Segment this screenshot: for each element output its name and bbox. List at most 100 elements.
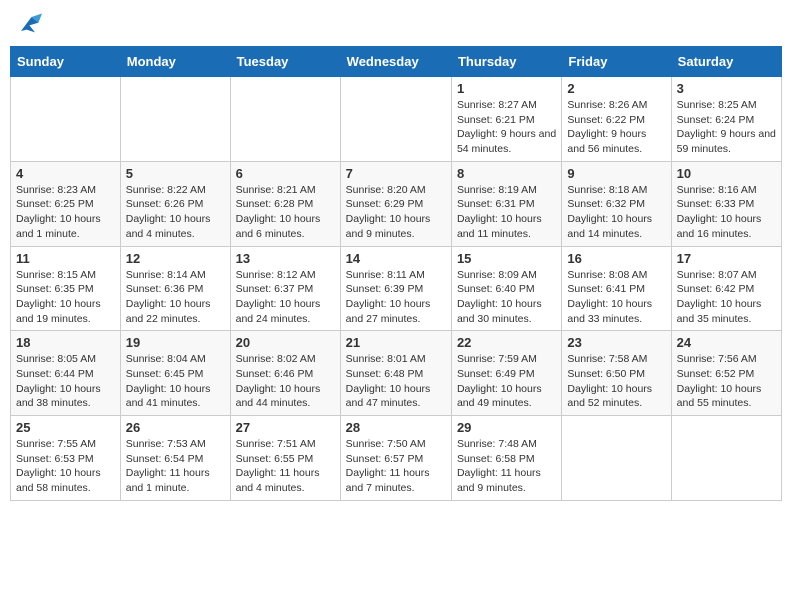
day-info: Sunrise: 7:48 AM Sunset: 6:58 PM Dayligh… [457, 437, 556, 496]
day-number: 2 [567, 81, 665, 96]
day-number: 26 [126, 420, 225, 435]
day-number: 17 [677, 251, 776, 266]
day-of-week-header: Thursday [451, 47, 561, 77]
day-number: 10 [677, 166, 776, 181]
day-number: 28 [346, 420, 446, 435]
calendar-cell: 29 Sunrise: 7:48 AM Sunset: 6:58 PM Dayli… [451, 416, 561, 501]
calendar-week-row: 1 Sunrise: 8:27 AM Sunset: 6:21 PM Daylig… [11, 77, 782, 162]
calendar-cell: 21Sunrise: 8:01 AM Sunset: 6:48 PM Dayli… [340, 331, 451, 416]
day-info: Sunrise: 8:20 AM Sunset: 6:29 PM Dayligh… [346, 183, 446, 242]
day-number: 12 [126, 251, 225, 266]
day-of-week-header: Saturday [671, 47, 781, 77]
calendar-cell: 16 Sunrise: 8:08 AM Sunset: 6:41 PM Dayli… [562, 246, 671, 331]
day-info: Sunrise: 8:14 AM Sunset: 6:36 PM Dayligh… [126, 268, 225, 327]
calendar-week-row: 11Sunrise: 8:15 AM Sunset: 6:35 PM Dayli… [11, 246, 782, 331]
day-of-week-header: Sunday [11, 47, 121, 77]
day-number: 18 [16, 335, 115, 350]
day-info: Sunrise: 8:25 AM Sunset: 6:24 PM Dayligh… [677, 98, 776, 157]
day-info: Sunrise: 8:21 AM Sunset: 6:28 PM Dayligh… [236, 183, 335, 242]
calendar-cell: 6 Sunrise: 8:21 AM Sunset: 6:28 PM Daylig… [230, 161, 340, 246]
day-number: 7 [346, 166, 446, 181]
calendar-week-row: 25 Sunrise: 7:55 AM Sunset: 6:53 PM Dayli… [11, 416, 782, 501]
day-info: Sunrise: 8:12 AM Sunset: 6:37 PM Dayligh… [236, 268, 335, 327]
day-number: 16 [567, 251, 665, 266]
day-number: 1 [457, 81, 556, 96]
calendar-cell: 10 Sunrise: 8:16 AM Sunset: 6:33 PM Dayli… [671, 161, 781, 246]
calendar-cell: 4 Sunrise: 8:23 AM Sunset: 6:25 PM Daylig… [11, 161, 121, 246]
calendar-cell: 12 Sunrise: 8:14 AM Sunset: 6:36 PM Dayli… [120, 246, 230, 331]
day-info: Sunrise: 8:19 AM Sunset: 6:31 PM Dayligh… [457, 183, 556, 242]
day-number: 25 [16, 420, 115, 435]
day-info: Sunrise: 8:22 AM Sunset: 6:26 PM Dayligh… [126, 183, 225, 242]
calendar-cell: 7 Sunrise: 8:20 AM Sunset: 6:29 PM Daylig… [340, 161, 451, 246]
day-number: 29 [457, 420, 556, 435]
calendar-cell: 5Sunrise: 8:22 AM Sunset: 6:26 PM Daylig… [120, 161, 230, 246]
day-number: 6 [236, 166, 335, 181]
calendar-cell: 3 Sunrise: 8:25 AM Sunset: 6:24 PM Daylig… [671, 77, 781, 162]
day-number: 20 [236, 335, 335, 350]
calendar-cell: 2 Sunrise: 8:26 AM Sunset: 6:22 PM Daylig… [562, 77, 671, 162]
day-info: Sunrise: 8:02 AM Sunset: 6:46 PM Dayligh… [236, 352, 335, 411]
day-info: Sunrise: 7:51 AM Sunset: 6:55 PM Dayligh… [236, 437, 335, 496]
day-info: Sunrise: 7:59 AM Sunset: 6:49 PM Dayligh… [457, 352, 556, 411]
day-of-week-header: Friday [562, 47, 671, 77]
day-number: 22 [457, 335, 556, 350]
calendar-cell: 11Sunrise: 8:15 AM Sunset: 6:35 PM Dayli… [11, 246, 121, 331]
logo [14, 10, 44, 38]
day-number: 13 [236, 251, 335, 266]
day-number: 9 [567, 166, 665, 181]
day-info: Sunrise: 8:07 AM Sunset: 6:42 PM Dayligh… [677, 268, 776, 327]
logo-icon [14, 10, 42, 38]
calendar-cell [230, 77, 340, 162]
day-number: 4 [16, 166, 115, 181]
calendar-cell: 25 Sunrise: 7:55 AM Sunset: 6:53 PM Dayli… [11, 416, 121, 501]
day-info: Sunrise: 8:11 AM Sunset: 6:39 PM Dayligh… [346, 268, 446, 327]
day-info: Sunrise: 7:50 AM Sunset: 6:57 PM Dayligh… [346, 437, 446, 496]
day-info: Sunrise: 8:09 AM Sunset: 6:40 PM Dayligh… [457, 268, 556, 327]
day-info: Sunrise: 8:08 AM Sunset: 6:41 PM Dayligh… [567, 268, 665, 327]
day-info: Sunrise: 7:55 AM Sunset: 6:53 PM Dayligh… [16, 437, 115, 496]
day-info: Sunrise: 8:27 AM Sunset: 6:21 PM Dayligh… [457, 98, 556, 157]
calendar-cell: 19 Sunrise: 8:04 AM Sunset: 6:45 PM Dayli… [120, 331, 230, 416]
calendar-cell [120, 77, 230, 162]
calendar-week-row: 18 Sunrise: 8:05 AM Sunset: 6:44 PM Dayli… [11, 331, 782, 416]
calendar-cell: 15 Sunrise: 8:09 AM Sunset: 6:40 PM Dayli… [451, 246, 561, 331]
day-info: Sunrise: 8:04 AM Sunset: 6:45 PM Dayligh… [126, 352, 225, 411]
day-info: Sunrise: 7:56 AM Sunset: 6:52 PM Dayligh… [677, 352, 776, 411]
day-of-week-header: Tuesday [230, 47, 340, 77]
calendar-cell: 24 Sunrise: 7:56 AM Sunset: 6:52 PM Dayli… [671, 331, 781, 416]
page-header [10, 10, 782, 38]
calendar-cell: 28 Sunrise: 7:50 AM Sunset: 6:57 PM Dayli… [340, 416, 451, 501]
calendar-table: SundayMondayTuesdayWednesdayThursdayFrid… [10, 46, 782, 501]
calendar-cell: 23 Sunrise: 7:58 AM Sunset: 6:50 PM Dayli… [562, 331, 671, 416]
day-info: Sunrise: 7:53 AM Sunset: 6:54 PM Dayligh… [126, 437, 225, 496]
calendar-cell [340, 77, 451, 162]
calendar-cell: 13 Sunrise: 8:12 AM Sunset: 6:37 PM Dayli… [230, 246, 340, 331]
day-info: Sunrise: 8:16 AM Sunset: 6:33 PM Dayligh… [677, 183, 776, 242]
day-number: 24 [677, 335, 776, 350]
calendar-cell: 22 Sunrise: 7:59 AM Sunset: 6:49 PM Dayli… [451, 331, 561, 416]
day-number: 23 [567, 335, 665, 350]
calendar-cell: 18 Sunrise: 8:05 AM Sunset: 6:44 PM Dayli… [11, 331, 121, 416]
day-number: 19 [126, 335, 225, 350]
day-info: Sunrise: 8:23 AM Sunset: 6:25 PM Dayligh… [16, 183, 115, 242]
day-number: 3 [677, 81, 776, 96]
day-number: 15 [457, 251, 556, 266]
day-info: Sunrise: 7:58 AM Sunset: 6:50 PM Dayligh… [567, 352, 665, 411]
day-of-week-header: Wednesday [340, 47, 451, 77]
day-info: Sunrise: 8:01 AM Sunset: 6:48 PM Dayligh… [346, 352, 446, 411]
day-info: Sunrise: 8:18 AM Sunset: 6:32 PM Dayligh… [567, 183, 665, 242]
day-number: 11 [16, 251, 115, 266]
calendar-cell: 27Sunrise: 7:51 AM Sunset: 6:55 PM Dayli… [230, 416, 340, 501]
calendar-cell: 20 Sunrise: 8:02 AM Sunset: 6:46 PM Dayli… [230, 331, 340, 416]
day-info: Sunrise: 8:05 AM Sunset: 6:44 PM Dayligh… [16, 352, 115, 411]
calendar-cell [562, 416, 671, 501]
day-of-week-header: Monday [120, 47, 230, 77]
calendar-cell: 9 Sunrise: 8:18 AM Sunset: 6:32 PM Daylig… [562, 161, 671, 246]
day-info: Sunrise: 8:26 AM Sunset: 6:22 PM Dayligh… [567, 98, 665, 157]
calendar-week-row: 4 Sunrise: 8:23 AM Sunset: 6:25 PM Daylig… [11, 161, 782, 246]
calendar-header-row: SundayMondayTuesdayWednesdayThursdayFrid… [11, 47, 782, 77]
calendar-cell: 26 Sunrise: 7:53 AM Sunset: 6:54 PM Dayli… [120, 416, 230, 501]
calendar-cell: 17 Sunrise: 8:07 AM Sunset: 6:42 PM Dayli… [671, 246, 781, 331]
calendar-cell [11, 77, 121, 162]
